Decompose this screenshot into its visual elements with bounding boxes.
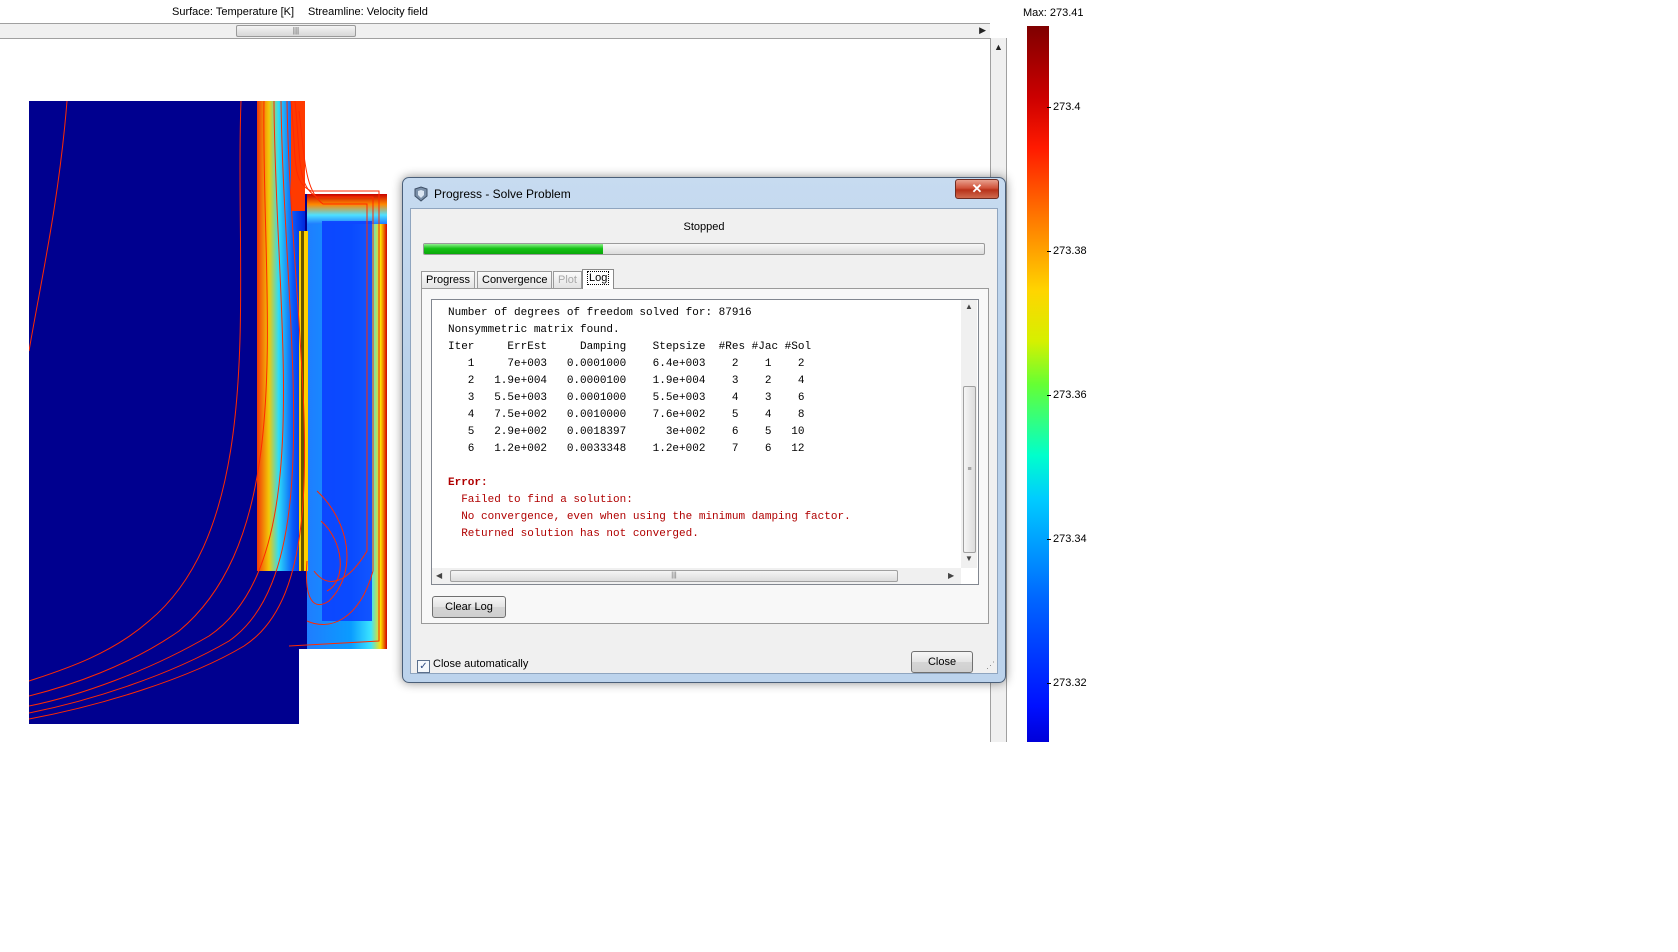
dialog-title: Progress - Solve Problem [434, 187, 571, 201]
arrow-down-icon[interactable]: ▼ [965, 554, 973, 563]
streamline-label: Streamline: Velocity field [308, 6, 428, 18]
progress-bar [423, 243, 985, 255]
tab-progress[interactable]: Progress [421, 271, 476, 288]
log-line: Nonsymmetric matrix found. [448, 324, 620, 336]
log-table-row: 6 1.2e+002 0.0033348 1.2e+002 7 6 12 [448, 443, 805, 455]
status-text: Stopped [683, 221, 725, 233]
log-table-row: 2 1.9e+004 0.0000100 1.9e+004 3 2 4 [448, 375, 805, 387]
close-automatically-label: Close automatically [433, 658, 529, 670]
log-error-line: No convergence, even when using the mini… [448, 511, 851, 523]
arrow-right-icon[interactable]: ▶ [979, 24, 986, 37]
log-output[interactable]: Nonlinear solverNumber of degrees of fre… [431, 299, 979, 585]
arrow-up-icon[interactable]: ▲ [965, 302, 973, 311]
legend-ticks: 273.4 273.38 273.36 273.34 273.32 [1047, 26, 1089, 742]
log-error-line: Returned solution has not converged. [448, 528, 699, 540]
progress-dialog: Progress - Solve Problem ✕ Stopped Progr… [402, 177, 1006, 683]
tab-convergence[interactable]: Convergence [477, 271, 553, 288]
log-table-row: 3 5.5e+003 0.0001000 5.5e+003 4 3 6 [448, 392, 805, 404]
checkbox-icon[interactable]: ✓ [417, 660, 430, 673]
tab-log[interactable]: Log [582, 269, 615, 289]
log-table-row: 5 2.9e+002 0.0018397 3e+002 6 5 10 [448, 426, 805, 438]
hot-top [307, 194, 387, 224]
resize-grip-icon[interactable]: ⋰ [986, 660, 995, 671]
close-icon[interactable]: ✕ [955, 179, 999, 199]
log-error-line: Failed to find a solution: [448, 494, 633, 506]
legend-tick: 273.4 [1047, 101, 1089, 113]
color-legend-bar [1027, 26, 1049, 742]
log-vertical-scrollbar[interactable]: ▲ ≡ ▼ [961, 300, 977, 568]
legend-max-label: Max: 273.41 [1023, 7, 1084, 19]
log-blank [448, 458, 958, 475]
log-line: Number of degrees of freedom solved for:… [448, 307, 752, 319]
log-tab-panel: Nonlinear solverNumber of degrees of fre… [421, 288, 989, 624]
legend-tick: 273.38 [1047, 245, 1089, 257]
plot-hscroll-thumb[interactable]: ||| [236, 25, 356, 37]
progress-fill [424, 244, 604, 254]
surface-label: Surface: Temperature [K] [172, 6, 295, 18]
log-error-label: Error: [448, 477, 488, 489]
legend-tick: 273.36 [1047, 389, 1089, 401]
log-horizontal-scrollbar[interactable]: ◀ ||| ▶ [432, 568, 961, 584]
comsol-icon [414, 186, 428, 202]
log-hscroll-thumb[interactable]: ||| [450, 570, 898, 582]
log-vscroll-thumb[interactable]: ≡ [963, 386, 976, 553]
log-table-row: 4 7.5e+002 0.0010000 7.6e+002 5 4 8 [448, 409, 805, 421]
log-table-row: 1 7e+003 0.0001000 6.4e+003 2 1 2 [448, 358, 805, 370]
arrow-up-icon[interactable]: ▲ [994, 42, 1003, 52]
legend-tick: 273.32 [1047, 677, 1089, 689]
log-table-header: Iter ErrEst Damping Stepsize #Res #Jac #… [448, 341, 812, 353]
dialog-body: Stopped Progress Convergence Plot Log No… [410, 208, 998, 674]
tab-plot: Plot [553, 271, 582, 288]
plot-horizontal-scrollbar[interactable]: ||| ▶ [0, 23, 990, 39]
hot-wall-top [291, 101, 305, 211]
temperature-plot [29, 101, 387, 724]
close-button[interactable]: Close [911, 651, 973, 673]
close-automatically-checkbox[interactable]: ✓ Close automatically [417, 658, 528, 673]
legend-tick: 273.34 [1047, 533, 1089, 545]
arrow-right-icon[interactable]: ▶ [948, 571, 954, 580]
domain-cutout-top [299, 101, 387, 194]
log-text: Nonlinear solverNumber of degrees of fre… [448, 300, 958, 543]
domain-cutout [299, 649, 387, 724]
clear-log-button[interactable]: Clear Log [432, 596, 506, 618]
plot-header: Surface: Temperature [K] Streamline: Vel… [0, 0, 995, 24]
arrow-left-icon[interactable]: ◀ [436, 571, 442, 580]
